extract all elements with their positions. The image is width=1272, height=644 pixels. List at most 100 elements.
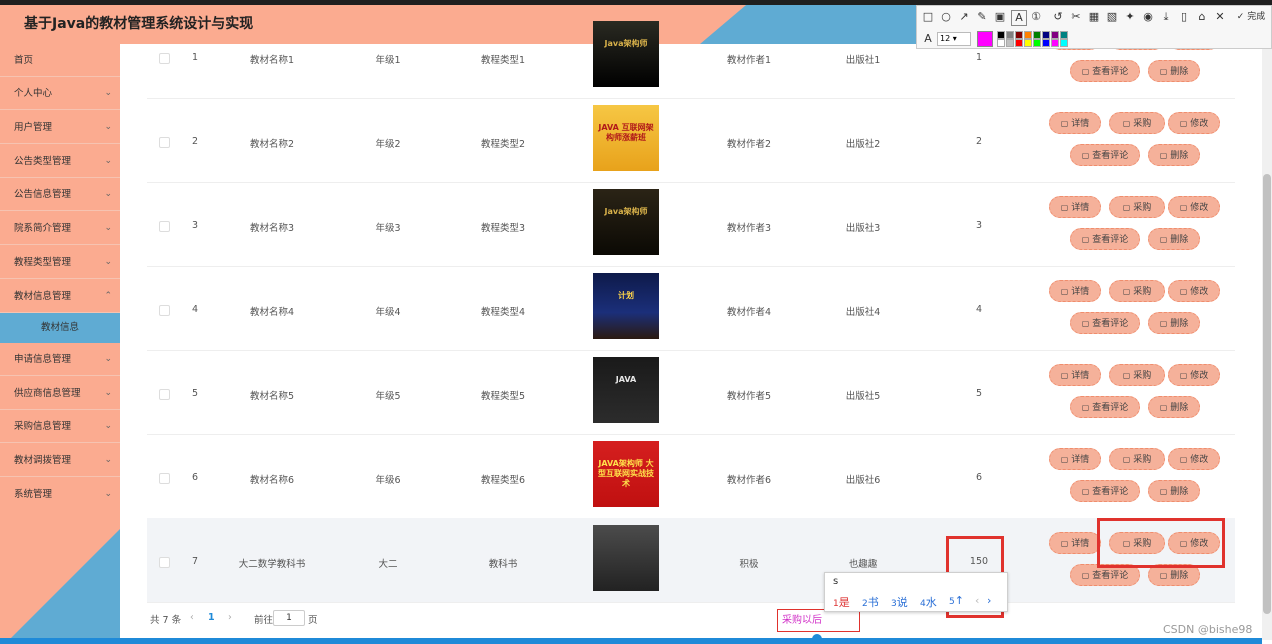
sidebar-item-applications[interactable]: 申请信息管理 ⌄	[0, 343, 120, 376]
delete-button[interactable]: ▢ 删除	[1148, 480, 1200, 502]
detail-button[interactable]: ▢详情	[1049, 112, 1101, 134]
sidebar-item-transfers[interactable]: 教材调拨管理 ⌄	[0, 444, 120, 477]
sidebar-item-home[interactable]: 首页	[0, 44, 120, 77]
ime-candidate[interactable]: 5↑	[949, 594, 964, 607]
color-swatch[interactable]	[1015, 31, 1023, 39]
color-swatch[interactable]	[1042, 39, 1050, 47]
edit-button[interactable]: ▢修改	[1168, 364, 1220, 386]
ocr-icon[interactable]: ▦	[1087, 10, 1101, 24]
row-checkbox[interactable]	[159, 305, 170, 316]
row-checkbox[interactable]	[159, 137, 170, 148]
pagination-prev[interactable]: ‹	[190, 612, 194, 623]
pagination-next[interactable]: ›	[228, 612, 232, 623]
color-swatch[interactable]	[1033, 31, 1041, 39]
color-swatch[interactable]	[1006, 39, 1014, 47]
long-screenshot-icon[interactable]: ▯	[1177, 10, 1191, 24]
purchase-button[interactable]: ▢采购	[1109, 280, 1165, 302]
detail-button[interactable]: ▢详情	[1049, 196, 1101, 218]
sidebar-item-profile[interactable]: 个人中心 ⌄	[0, 77, 120, 110]
ime-candidate[interactable]: 1是	[833, 594, 850, 610]
pagination-page[interactable]: 1	[208, 612, 215, 623]
color-swatch[interactable]	[1042, 31, 1050, 39]
delete-button[interactable]: ▢ 删除	[1148, 312, 1200, 334]
row-checkbox[interactable]	[159, 221, 170, 232]
sidebar-item-system[interactable]: 系统管理 ⌄	[0, 478, 120, 511]
view-comments-button[interactable]: ▢ 查看评论	[1070, 60, 1140, 82]
delete-button[interactable]: ▢ 删除	[1148, 144, 1200, 166]
delete-icon: ▢	[1159, 319, 1168, 328]
rect-tool-icon[interactable]: □	[921, 10, 935, 24]
sidebar-item-course-types[interactable]: 教程类型管理 ⌄	[0, 246, 120, 279]
row-checkbox[interactable]	[159, 53, 170, 64]
detail-button[interactable]: ▢详情	[1049, 532, 1101, 554]
pen-tool-icon[interactable]: ✎	[975, 10, 989, 24]
color-swatch[interactable]	[1033, 39, 1041, 47]
purchase-button[interactable]: ▢采购	[1109, 112, 1165, 134]
detail-button[interactable]: ▢详情	[1049, 280, 1101, 302]
arrow-tool-icon[interactable]: ↗	[957, 10, 971, 24]
sidebar-item-textbooks[interactable]: 教材信息管理 ⌃	[0, 280, 120, 313]
mosaic-tool-icon[interactable]: ▣	[993, 10, 1007, 24]
detail-button[interactable]: ▢详情	[1049, 448, 1101, 470]
ime-next-page-icon[interactable]: ›	[987, 594, 991, 607]
color-swatch[interactable]	[997, 39, 1005, 47]
row-checkbox[interactable]	[159, 473, 170, 484]
view-comments-button[interactable]: ▢ 查看评论	[1070, 144, 1140, 166]
ellipse-tool-icon[interactable]: ○	[939, 10, 953, 24]
sidebar-item-notices[interactable]: 公告信息管理 ⌄	[0, 178, 120, 211]
font-size-select[interactable]: 12 ▾	[937, 32, 971, 46]
text-tool-icon[interactable]: A	[1011, 10, 1027, 26]
pin-icon[interactable]: ✦	[1123, 10, 1137, 24]
sidebar-item-users[interactable]: 用户管理 ⌄	[0, 111, 120, 144]
purchase-button[interactable]: ▢采购	[1109, 364, 1165, 386]
button-label: 修改	[1190, 371, 1209, 381]
sidebar-item-departments[interactable]: 院系简介管理 ⌄	[0, 212, 120, 245]
view-comments-button[interactable]: ▢ 查看评论	[1070, 312, 1140, 334]
ime-prev-page-icon[interactable]: ‹	[975, 594, 979, 607]
sidebar-item-suppliers[interactable]: 供应商信息管理 ⌄	[0, 377, 120, 410]
edit-button[interactable]: ▢修改	[1168, 448, 1220, 470]
detail-button[interactable]: ▢详情	[1049, 364, 1101, 386]
delete-button[interactable]: ▢ 删除	[1148, 60, 1200, 82]
color-swatch[interactable]	[1015, 39, 1023, 47]
delete-button[interactable]: ▢ 删除	[1148, 228, 1200, 250]
annotation-note[interactable]: 采购以后	[777, 609, 860, 632]
color-swatch[interactable]	[1024, 39, 1032, 47]
color-swatch[interactable]	[1051, 31, 1059, 39]
bookmark-icon[interactable]: ⌂	[1195, 10, 1209, 24]
download-icon[interactable]: ⤓	[1159, 10, 1173, 24]
ime-candidate[interactable]: 4水	[920, 594, 937, 610]
number-tool-icon[interactable]: ①	[1029, 10, 1043, 24]
row-checkbox[interactable]	[159, 389, 170, 400]
close-icon[interactable]: ✕	[1213, 10, 1227, 24]
sidebar-item-purchases[interactable]: 采购信息管理 ⌄	[0, 410, 120, 443]
view-comments-button[interactable]: ▢ 查看评论	[1070, 480, 1140, 502]
color-swatch[interactable]	[997, 31, 1005, 39]
pagination-goto-input[interactable]: 1	[273, 610, 305, 626]
translate-icon[interactable]: ▧	[1105, 10, 1119, 24]
ime-candidate[interactable]: 3说	[891, 594, 908, 610]
undo-icon[interactable]: ↺	[1051, 10, 1065, 24]
row-checkbox[interactable]	[159, 557, 170, 568]
scrollbar-thumb[interactable]	[1263, 174, 1271, 614]
current-color-swatch[interactable]	[977, 31, 993, 47]
edit-button[interactable]: ▢修改	[1168, 196, 1220, 218]
color-swatch[interactable]	[1060, 39, 1068, 47]
delete-button[interactable]: ▢ 删除	[1148, 396, 1200, 418]
sidebar-item-notice-types[interactable]: 公告类型管理 ⌄	[0, 145, 120, 178]
purchase-button[interactable]: ▢采购	[1109, 448, 1165, 470]
edit-button[interactable]: ▢修改	[1168, 112, 1220, 134]
color-swatch[interactable]	[1060, 31, 1068, 39]
sidebar-subitem-textbook-info[interactable]: 教材信息	[0, 313, 120, 343]
color-swatch[interactable]	[1006, 31, 1014, 39]
color-swatch[interactable]	[1051, 39, 1059, 47]
done-button[interactable]: ✓ 完成	[1231, 10, 1271, 24]
record-icon[interactable]: ◉	[1141, 10, 1155, 24]
view-comments-button[interactable]: ▢ 查看评论	[1070, 396, 1140, 418]
ime-candidate[interactable]: 2书	[862, 594, 879, 610]
color-swatch[interactable]	[1024, 31, 1032, 39]
purchase-button[interactable]: ▢采购	[1109, 196, 1165, 218]
view-comments-button[interactable]: ▢ 查看评论	[1070, 228, 1140, 250]
edit-button[interactable]: ▢修改	[1168, 280, 1220, 302]
scissors-icon[interactable]: ✂	[1069, 10, 1083, 24]
